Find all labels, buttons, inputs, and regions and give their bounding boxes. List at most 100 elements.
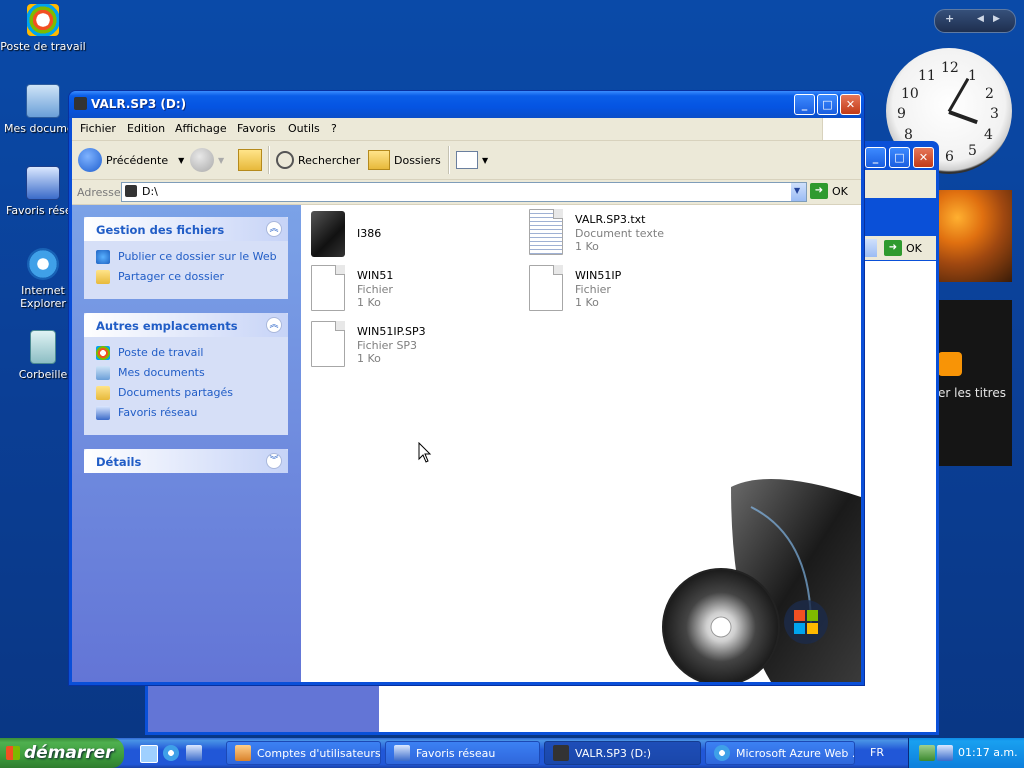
file-item[interactable]: VALR.SP3.txt Document texte 1 Ko <box>529 209 729 259</box>
menu-bar: Fichier Edition Affichage Favoris Outils… <box>72 118 861 141</box>
go-button[interactable]: ➜ OK <box>884 240 922 256</box>
address-bar: Adresse D:\ ▼ ➜ OK <box>72 180 861 205</box>
collapse-icon[interactable]: ︽ <box>266 317 282 333</box>
file-item[interactable]: I386 <box>311 211 511 261</box>
user-accounts-icon <box>235 745 251 761</box>
file-size: 1 Ko <box>575 296 599 309</box>
toolbar: Précédente ▼ ▼ Rechercher Dossiers ▼ <box>72 141 861 180</box>
shared-folder-icon <box>96 386 110 400</box>
sidebar-controls[interactable]: + ◀ ▶ <box>934 9 1016 33</box>
up-folder-button[interactable] <box>238 147 262 173</box>
network-icon <box>394 745 410 761</box>
title-bar[interactable]: VALR.SP3 (D:) _ □ ✕ <box>69 91 864 118</box>
details-header[interactable]: Détails ︾ <box>84 449 288 473</box>
details-panel: Détails ︾ <box>84 449 288 473</box>
clock-number: 10 <box>901 86 919 102</box>
menu-favoris[interactable]: Favoris <box>237 122 276 135</box>
drive-icon <box>74 97 87 110</box>
clock-time[interactable]: 01:17 a.m. <box>958 746 1018 759</box>
taskbar-item-network-places[interactable]: Favoris réseau <box>385 741 540 765</box>
windows-logo-icon <box>822 118 861 140</box>
other-places-panel: Autres emplacements ︽ Poste de travail M… <box>84 313 288 435</box>
close-button[interactable]: ✕ <box>913 147 934 168</box>
file-item[interactable]: WIN51 Fichier 1 Ko <box>311 265 511 315</box>
menu-edition[interactable]: Edition <box>127 122 165 135</box>
folders-icon <box>368 150 390 170</box>
file-tasks-header[interactable]: Gestion des fichiers ︽ <box>84 217 288 241</box>
next-icon[interactable]: ▶ <box>993 14 1000 24</box>
file-type: Document texte <box>575 227 664 240</box>
desktop-icon-label: Poste de travail <box>0 40 86 53</box>
file-icon <box>311 265 345 311</box>
menu-help[interactable]: ? <box>331 122 337 135</box>
folders-button[interactable]: Dossiers <box>368 147 441 173</box>
my-computer-icon <box>27 4 59 36</box>
system-tray: 01:17 a.m. <box>908 738 1024 768</box>
maximize-button[interactable]: □ <box>817 94 838 115</box>
place-my-computer[interactable]: Poste de travail <box>84 343 288 363</box>
forward-button[interactable]: ▼ <box>190 147 224 173</box>
previous-icon[interactable]: ◀ <box>977 14 984 24</box>
close-button[interactable]: ✕ <box>840 94 861 115</box>
windows-flag-icon <box>6 746 20 760</box>
place-my-documents[interactable]: Mes documents <box>84 363 288 383</box>
network-icon[interactable] <box>186 745 202 761</box>
drive-icon <box>553 745 569 761</box>
back-button[interactable]: Précédente ▼ <box>78 147 184 173</box>
up-folder-icon <box>238 149 262 171</box>
go-button[interactable]: ➜ OK <box>810 183 848 199</box>
address-dropdown-button[interactable]: ▼ <box>791 183 806 201</box>
search-button[interactable]: Rechercher <box>276 147 360 173</box>
place-shared-documents[interactable]: Documents partagés <box>84 383 288 403</box>
menu-fichier[interactable]: Fichier <box>80 122 116 135</box>
add-gadget-icon[interactable]: + <box>945 12 954 25</box>
internet-explorer-icon[interactable] <box>163 745 179 761</box>
file-item[interactable]: WIN51IP Fichier 1 Ko <box>529 265 729 315</box>
start-button[interactable]: démarrer <box>0 738 124 768</box>
go-label: OK <box>906 241 922 255</box>
network-icon <box>96 406 110 420</box>
drive-icon <box>125 185 137 197</box>
taskbar-item-label: VALR.SP3 (D:) <box>575 746 652 760</box>
feed-gadget: er les titres <box>934 300 1012 466</box>
address-value: D:\ <box>142 185 158 198</box>
place-label: Poste de travail <box>118 346 204 359</box>
rss-icon <box>938 352 962 376</box>
collapse-icon[interactable]: ︽ <box>266 221 282 237</box>
share-folder-icon <box>96 270 110 284</box>
taskbar-item-valr[interactable]: VALR.SP3 (D:) <box>544 741 701 765</box>
language-indicator[interactable]: FR <box>870 746 884 759</box>
search-icon <box>276 151 294 169</box>
back-arrow-icon <box>78 148 102 172</box>
views-button[interactable]: ▼ <box>456 147 488 173</box>
minimize-button[interactable]: _ <box>865 147 886 168</box>
address-input[interactable]: D:\ ▼ <box>121 182 807 202</box>
taskbar-item-user-accounts[interactable]: Comptes d'utilisateurs <box>226 741 381 765</box>
file-type: Fichier <box>357 283 393 296</box>
place-network[interactable]: Favoris réseau <box>84 403 288 423</box>
menu-outils[interactable]: Outils <box>288 122 320 135</box>
minimize-button[interactable]: _ <box>794 94 815 115</box>
menu-affichage[interactable]: Affichage <box>175 122 227 135</box>
place-label: Mes documents <box>118 366 205 379</box>
task-publish-web[interactable]: Publier ce dossier sur le Web <box>84 247 288 267</box>
task-share-folder[interactable]: Partager ce dossier <box>84 267 288 287</box>
file-item[interactable]: WIN51IP.SP3 Fichier SP3 1 Ko <box>311 321 511 371</box>
tray-monitor-icon[interactable] <box>937 745 953 761</box>
file-name: WIN51IP.SP3 <box>357 325 426 338</box>
other-places-header[interactable]: Autres emplacements ︽ <box>84 313 288 337</box>
taskbar-item-azure[interactable]: Microsoft Azure Web ... <box>705 741 855 765</box>
chevron-down-icon: ▼ <box>794 186 801 195</box>
clock-number: 3 <box>990 106 999 122</box>
desktop-icon-my-computer[interactable]: Poste de travail <box>0 4 86 53</box>
expand-icon[interactable]: ︾ <box>266 453 282 469</box>
maximize-button[interactable]: □ <box>889 147 910 168</box>
chevron-down-icon: ▼ <box>218 155 225 165</box>
start-label: démarrer <box>24 743 114 763</box>
chevron-down-icon: ▼ <box>178 155 185 165</box>
explorer-window[interactable]: VALR.SP3 (D:) _ □ ✕ Fichier Edition Affi… <box>68 90 865 686</box>
file-icon <box>311 321 345 367</box>
show-desktop-icon[interactable] <box>140 745 158 763</box>
file-tasks-title: Gestion des fichiers <box>96 223 225 237</box>
tray-network-icon[interactable] <box>919 745 935 761</box>
